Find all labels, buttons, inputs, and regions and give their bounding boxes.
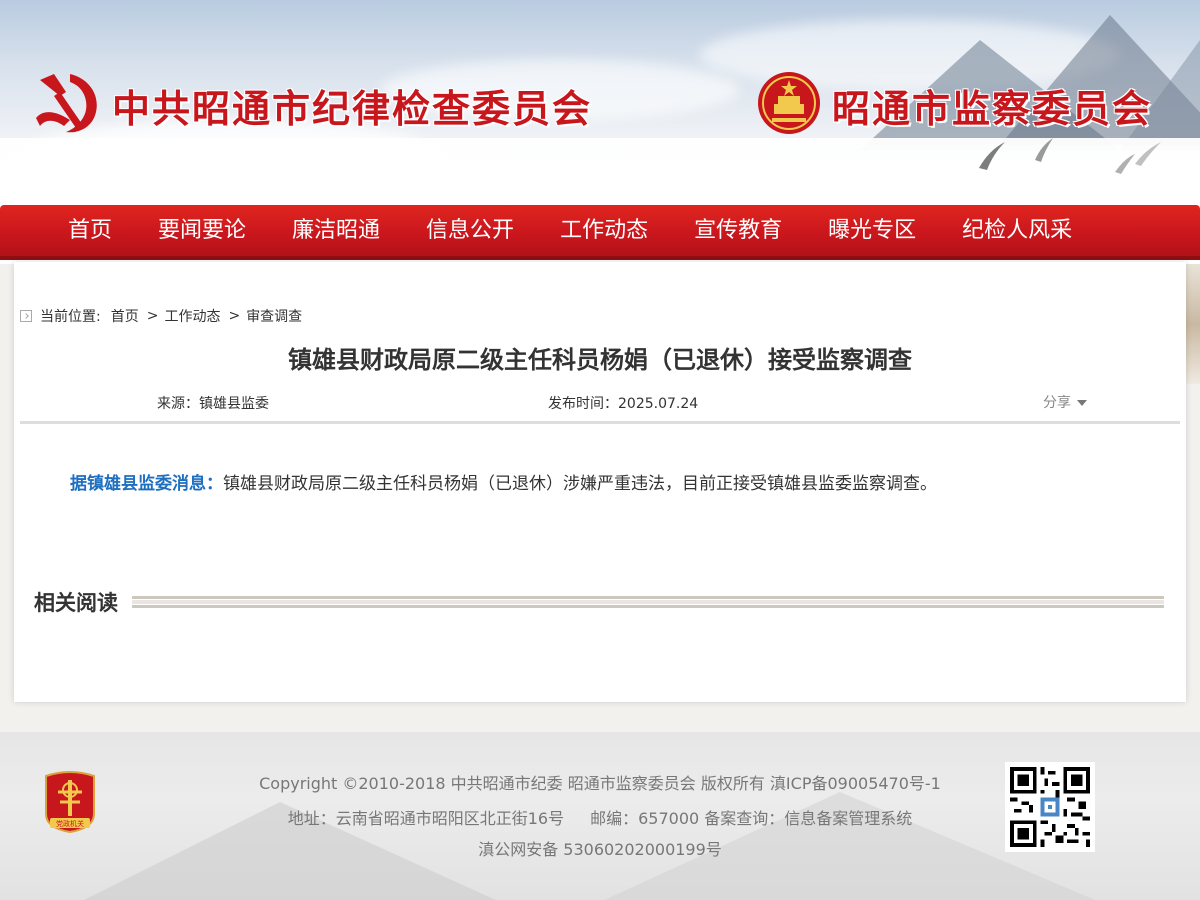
nav-item-exposure[interactable]: 曝光专区 <box>805 203 939 258</box>
nav-item-education[interactable]: 宣传教育 <box>671 203 805 258</box>
qr-code-icon <box>1005 762 1095 852</box>
site-title-right: 昭通市监察委员会 <box>832 86 1153 131</box>
related-reading-rule <box>132 596 1164 608</box>
main-nav: 首页 要闻要论 廉洁昭通 信息公开 工作动态 宣传教育 曝光专区 纪检人风采 <box>0 205 1200 260</box>
chevron-down-icon <box>1077 400 1087 406</box>
breadcrumb-separator: > <box>146 308 159 324</box>
footer-address: 地址：云南省昭通市昭阳区北正街16号 <box>287 809 565 828</box>
party-emblem-icon <box>36 74 97 133</box>
nav-item-work-news[interactable]: 工作动态 <box>537 203 671 258</box>
breadcrumb-link-work-news[interactable]: 工作动态 <box>164 306 220 326</box>
breadcrumb-home-icon <box>20 310 32 322</box>
article-text: 镇雄县财政局原二级主任科员杨娟（已退休）涉嫌严重违法，目前正接受镇雄县监委监察调… <box>223 474 937 494</box>
side-decoration <box>1186 264 1200 384</box>
nav-item-news[interactable]: 要闻要论 <box>135 203 269 258</box>
article-title: 镇雄县财政局原二级主任科员杨娟（已退休）接受监察调查 <box>288 346 912 374</box>
breadcrumb: 当前位置: 首页 > 工作动态 > 审查调查 <box>20 306 302 326</box>
article-lead: 据镇雄县监委消息： <box>70 474 223 494</box>
share-label: 分享 <box>1043 395 1071 411</box>
nav-item-disclosure[interactable]: 信息公开 <box>403 203 537 258</box>
article-divider <box>20 421 1180 424</box>
breadcrumb-label: 当前位置: <box>40 309 101 325</box>
nav-item-staff[interactable]: 纪检人风采 <box>939 203 1095 258</box>
breadcrumb-link-investigation[interactable]: 审查调查 <box>246 306 302 326</box>
header-banner: 中共昭通市纪律检查委员会 昭通市监察委员会 <box>0 0 1200 205</box>
article-date: 发布时间：2025.07.24 <box>548 396 699 412</box>
site-footer: 党政机关 Copyright ©2010-2018 中共昭通市纪委 昭通市监察委… <box>0 732 1200 900</box>
national-emblem-icon <box>758 72 820 134</box>
related-reading-section: 相关阅读 <box>34 587 1166 617</box>
birds-decoration <box>979 138 1161 174</box>
breadcrumb-separator: > <box>228 308 241 324</box>
footer-postcode[interactable]: 邮编：657000 备案查询：信息备案管理系统 <box>590 809 912 828</box>
nav-item-home[interactable]: 首页 <box>45 203 135 258</box>
share-button[interactable]: 分享 <box>1043 392 1087 412</box>
article-panel: 当前位置: 首页 > 工作动态 > 审查调查 镇雄县财政局原二级主任科员杨娟（已… <box>14 262 1186 702</box>
breadcrumb-link-home[interactable]: 首页 <box>111 306 139 326</box>
site-title-left: 中共昭通市纪律检查委员会 <box>112 86 593 131</box>
article-body: 据镇雄县监委消息：镇雄县财政局原二级主任科员杨娟（已退休）涉嫌严重违法，目前正接… <box>70 470 1150 498</box>
article-source: 来源：镇雄县监委 <box>157 396 269 412</box>
nav-item-integrity[interactable]: 廉洁昭通 <box>269 203 403 258</box>
related-reading-heading: 相关阅读 <box>34 591 118 615</box>
